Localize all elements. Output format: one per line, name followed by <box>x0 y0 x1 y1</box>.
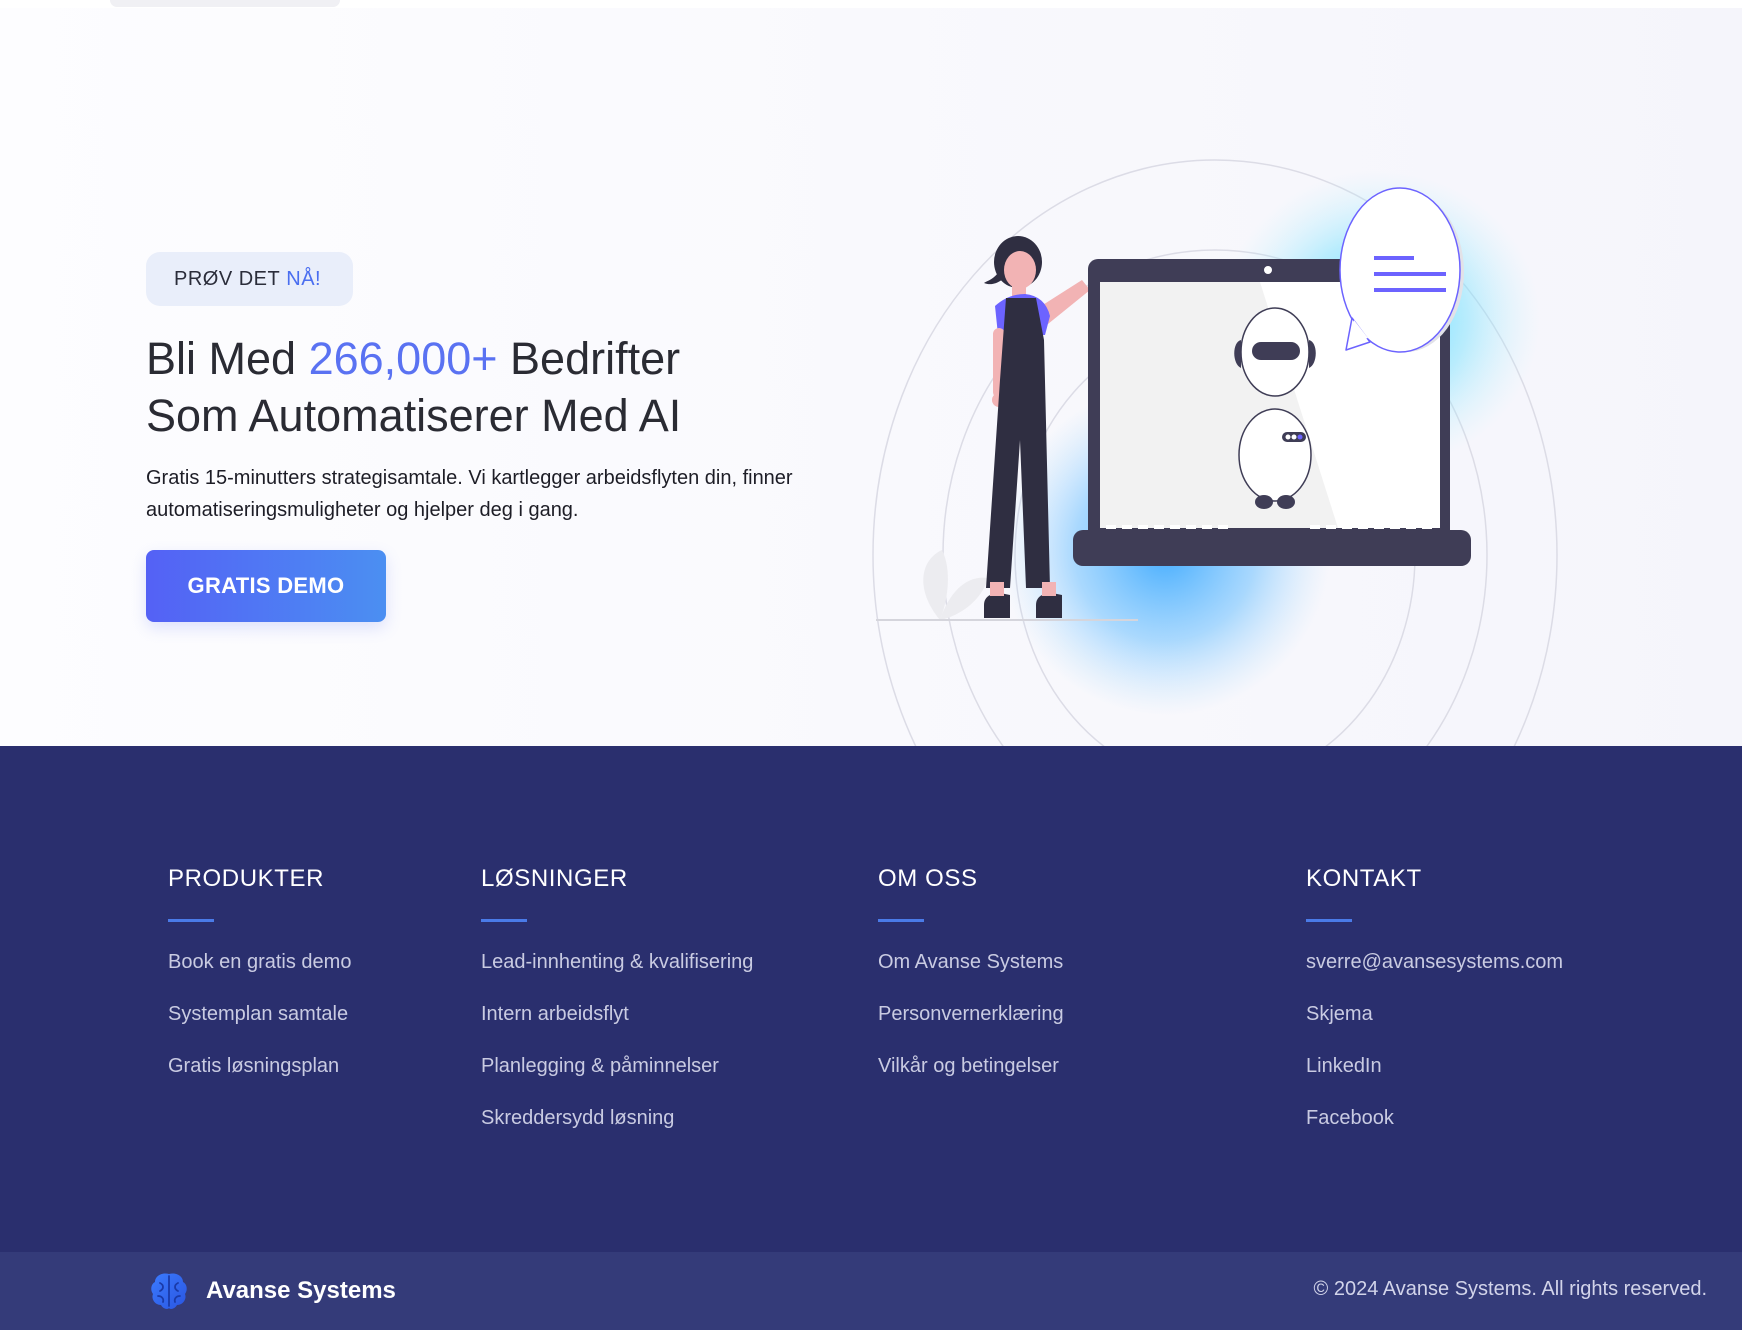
top-strip <box>0 0 1742 8</box>
footer-link[interactable]: Skreddersydd løsning <box>481 1098 753 1150</box>
hero-subtext: Gratis 15-minutters strategisamtale. Vi … <box>146 467 793 521</box>
footer-link[interactable]: Lead-innhenting & kvalifisering <box>481 942 753 994</box>
brand-name: Avanse Systems <box>206 1277 396 1304</box>
headline-part1: Bli Med <box>146 333 297 384</box>
contact-form-link[interactable]: Skjema <box>1306 994 1563 1046</box>
copyright-text: © 2024 Avanse Systems. All rights reserv… <box>1313 1278 1707 1300</box>
contact-email-link[interactable]: sverre@avansesystems.com <box>1306 942 1563 994</box>
footer-link[interactable]: Personvernerklæring <box>878 994 1064 1046</box>
try-now-badge: PRØV DET NÅ! <box>146 252 354 306</box>
column-title: OM OSS <box>878 865 978 892</box>
footer-link[interactable]: Om Avanse Systems <box>878 942 1064 994</box>
site-footer: PRODUKTER Book en gratis demo Systemplan… <box>0 746 1742 1252</box>
footer-link[interactable]: Vilkår og betingelser <box>878 1046 1064 1098</box>
top-strip-pill <box>110 0 340 7</box>
footer-link[interactable]: Intern arbeidsflyt <box>481 994 753 1046</box>
footer-link[interactable]: Systemplan samtale <box>168 994 351 1046</box>
column-rule <box>481 919 527 922</box>
hero-section: PRØV DET NÅ! Bli Med 266,000+ Bedrifter … <box>0 0 1742 746</box>
bottom-bar: Avanse Systems © 2024 Avanse Systems. Al… <box>0 1252 1742 1330</box>
footer-column-products: PRODUKTER Book en gratis demo Systemplan… <box>168 863 351 1098</box>
hero-headline: Bli Med 266,000+ Bedrifter Som Automatis… <box>146 330 866 444</box>
column-rule <box>168 919 214 922</box>
footer-column-contact: KONTAKT sverre@avansesystems.com Skjema … <box>1306 863 1563 1150</box>
column-rule <box>878 919 924 922</box>
facebook-link[interactable]: Facebook <box>1306 1098 1563 1150</box>
footer-link[interactable]: Gratis løsningsplan <box>168 1046 351 1098</box>
linkedin-link[interactable]: LinkedIn <box>1306 1046 1563 1098</box>
footer-link[interactable]: Book en gratis demo <box>168 942 351 994</box>
badge-accent-text: NÅ! <box>286 267 322 290</box>
column-title: KONTAKT <box>1306 865 1422 892</box>
person-with-laptop-robot-illustration <box>872 159 1558 746</box>
headline-part2: Bedrifter <box>510 333 681 384</box>
column-rule <box>1306 919 1352 922</box>
brain-logo-icon <box>151 1273 187 1309</box>
footer-column-solutions: LØSNINGER Lead-innhenting & kvalifiserin… <box>481 863 753 1150</box>
column-title: LØSNINGER <box>481 865 628 892</box>
badge-text: PRØV DET <box>174 267 281 290</box>
column-title: PRODUKTER <box>168 865 325 892</box>
headline-line2: Som Automatiserer Med AI <box>146 390 682 441</box>
footer-link[interactable]: Planlegging & påminnelser <box>481 1046 753 1098</box>
headline-count: 266,000+ <box>308 333 498 384</box>
brand-logo-link[interactable]: Avanse Systems <box>148 1270 396 1312</box>
free-demo-button[interactable]: GRATIS DEMO <box>146 550 386 622</box>
footer-column-about: OM OSS Om Avanse Systems Personvernerklæ… <box>878 863 1064 1098</box>
